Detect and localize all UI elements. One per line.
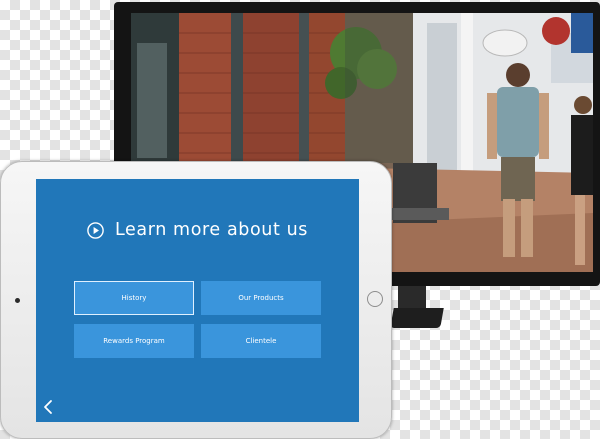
play-circle-icon[interactable]	[87, 221, 104, 239]
clientele-button-label: Clientele	[245, 337, 277, 345]
rewards-program-button[interactable]: Rewards Program	[74, 324, 194, 358]
tablet-screen: Learn more about us History Our Products…	[36, 179, 359, 422]
monitor-neck	[398, 286, 426, 310]
tablet-device: Learn more about us History Our Products…	[0, 161, 392, 439]
our-products-button[interactable]: Our Products	[201, 281, 321, 315]
learn-more-heading: Learn more about us	[36, 219, 359, 241]
monitor-stand	[390, 308, 444, 328]
history-button[interactable]: History	[74, 281, 194, 315]
chevron-left-icon[interactable]	[42, 399, 54, 415]
our-products-button-label: Our Products	[238, 294, 284, 302]
tablet-home-button[interactable]	[367, 291, 383, 307]
tablet-camera	[15, 298, 20, 303]
rewards-program-button-label: Rewards Program	[103, 337, 165, 345]
heading-text: Learn more about us	[114, 220, 309, 240]
clientele-button[interactable]: Clientele	[201, 324, 321, 358]
history-button-label: History	[121, 294, 147, 302]
